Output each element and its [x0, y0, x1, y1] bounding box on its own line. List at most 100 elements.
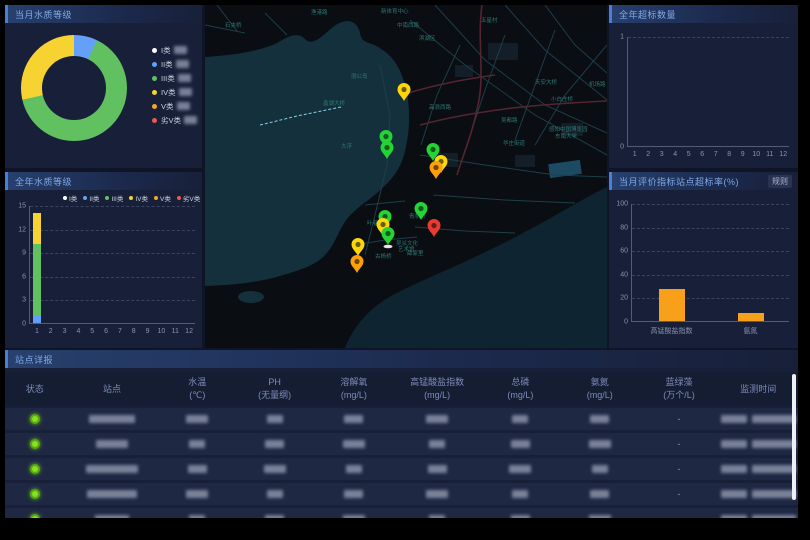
month-rate-chart[interactable]: 020406080100高锰酸盐指数氨氮	[631, 204, 789, 322]
status-normal-icon	[30, 514, 40, 518]
map-place-label: 东南大学	[555, 132, 578, 140]
column-label: 监测时间	[740, 384, 776, 395]
algae-value: -	[678, 514, 681, 518]
column-unit: (mg/L)	[341, 390, 367, 401]
bar-segment[interactable]	[33, 213, 41, 244]
rate-bar[interactable]	[738, 313, 764, 321]
legend-item[interactable]: III类	[105, 193, 123, 203]
legend-item[interactable]: II类	[152, 57, 197, 71]
legend-item[interactable]: 劣V类	[152, 113, 197, 127]
bar-segment[interactable]	[33, 315, 41, 323]
table-cell	[481, 465, 560, 473]
redacted-date	[721, 415, 747, 423]
x-tick-label: 8	[132, 328, 136, 335]
map-place-label: 大浮	[341, 142, 353, 150]
table-cell	[5, 439, 64, 449]
column-header: 监测时间	[719, 384, 798, 395]
table-row[interactable]: -	[5, 433, 798, 455]
table-cell	[314, 465, 393, 473]
algae-value: -	[678, 464, 681, 474]
panel-title: 站点详报	[15, 353, 53, 366]
table-row[interactable]: -	[5, 483, 798, 505]
station-map[interactable]: 石夹桥渔港路新体育中心中南西路滨湖区五星村渤公岛蠡湖大桥高浪西路天安大桥机场路小…	[205, 5, 607, 348]
map-place-label: 小白庄桥	[551, 95, 574, 103]
column-header: 状态	[5, 384, 64, 395]
legend-item[interactable]: III类	[152, 71, 197, 85]
table-row[interactable]: -	[5, 458, 798, 480]
table-cell	[481, 490, 560, 498]
column-header: 蓝绿藻(万个/L)	[639, 377, 718, 401]
column-label: 总磷	[511, 377, 529, 388]
x-tick-label: 2	[49, 328, 53, 335]
table-cell	[160, 515, 235, 518]
year-grade-chart[interactable]: 03691215123456789101112	[29, 206, 195, 324]
table-cell	[560, 490, 639, 498]
redacted-time	[752, 415, 796, 423]
gridline	[632, 228, 789, 229]
rule-button[interactable]: 规则	[768, 175, 792, 188]
table-cell	[160, 490, 235, 498]
map-place-label: 华庄街道	[503, 139, 526, 147]
rate-bar[interactable]	[659, 289, 685, 321]
map-place-label: 五星村	[481, 16, 498, 24]
legend-item[interactable]: IV类	[152, 85, 197, 99]
x-tick-label: 3	[63, 328, 67, 335]
redacted-value	[592, 465, 608, 473]
legend-item[interactable]: IV类	[129, 193, 148, 203]
column-label: 高锰酸盐指数	[410, 377, 464, 388]
map-place-label: 古杨桥	[375, 252, 392, 260]
redacted-date	[721, 490, 747, 498]
panel-month-grade: 当月水质等级 I类II类III类IV类V类劣V类	[5, 5, 202, 168]
y-tick-label: 0	[609, 144, 624, 151]
column-label: PH	[268, 377, 281, 388]
legend-item[interactable]: I类	[63, 193, 77, 203]
dashboard-screenshot: 当月水质等级 I类II类III类IV类V类劣V类 全年水质等级 I类II类III…	[0, 0, 810, 540]
map-place-label: 薛家里	[407, 249, 424, 257]
table-cell	[560, 440, 639, 448]
legend-label: III类	[161, 73, 175, 84]
panel-month-rate: 当月评价指标站点超标率(%) 规则 020406080100高锰酸盐指数氨氮	[609, 172, 798, 348]
legend-item[interactable]: II类	[83, 193, 99, 203]
y-tick-label: 9	[10, 250, 26, 257]
algae-value: -	[678, 489, 681, 499]
x-tick-label: 2	[646, 151, 650, 158]
legend-item[interactable]: I类	[152, 43, 197, 57]
table-row[interactable]: -	[5, 408, 798, 430]
status-normal-icon	[30, 439, 40, 449]
map-canvas: 石夹桥渔港路新体育中心中南西路滨湖区五星村渤公岛蠡湖大桥高浪西路天安大桥机场路小…	[205, 5, 607, 348]
table-cell	[160, 465, 235, 473]
y-tick-label: 60	[612, 248, 628, 255]
bar-segment[interactable]	[33, 244, 41, 315]
legend-item[interactable]: V类	[152, 99, 197, 113]
algae-value: -	[678, 439, 681, 449]
table-cell	[719, 490, 798, 498]
table-cell	[5, 464, 64, 474]
table-cell: -	[639, 414, 718, 424]
column-header: 总磷(mg/L)	[481, 377, 560, 401]
table-row[interactable]: -	[5, 508, 798, 518]
redacted-value	[589, 440, 611, 448]
donut-hole	[42, 56, 106, 120]
x-tick-label: 1	[633, 151, 637, 158]
donut-ring[interactable]	[21, 35, 127, 141]
redacted-value	[343, 515, 365, 518]
redacted-value	[511, 515, 530, 518]
legend-item[interactable]: 劣V类	[177, 193, 200, 203]
y-tick-label: 0	[10, 321, 26, 328]
table-cell	[5, 489, 64, 499]
column-label: 溶解氧	[340, 377, 367, 388]
redacted-value	[174, 46, 187, 54]
gridline	[632, 275, 789, 276]
legend-item[interactable]: V类	[154, 193, 171, 203]
map-place-label: 中南西路	[397, 21, 420, 29]
table-scrollbar[interactable]	[792, 374, 796, 500]
redacted-value	[429, 515, 445, 518]
table-header-row: 状态站点水温(℃)PH(无量纲)溶解氧(mg/L)高锰酸盐指数(mg/L)总磷(…	[5, 372, 798, 406]
year-over-chart[interactable]: 01123456789101112	[627, 37, 789, 147]
y-tick-label: 12	[10, 226, 26, 233]
x-tick-label: 6	[104, 328, 108, 335]
y-tick-label: 0	[612, 319, 628, 326]
map-place-label: 天安大桥	[535, 78, 558, 86]
redacted-value	[188, 465, 207, 473]
redacted-time	[752, 490, 796, 498]
